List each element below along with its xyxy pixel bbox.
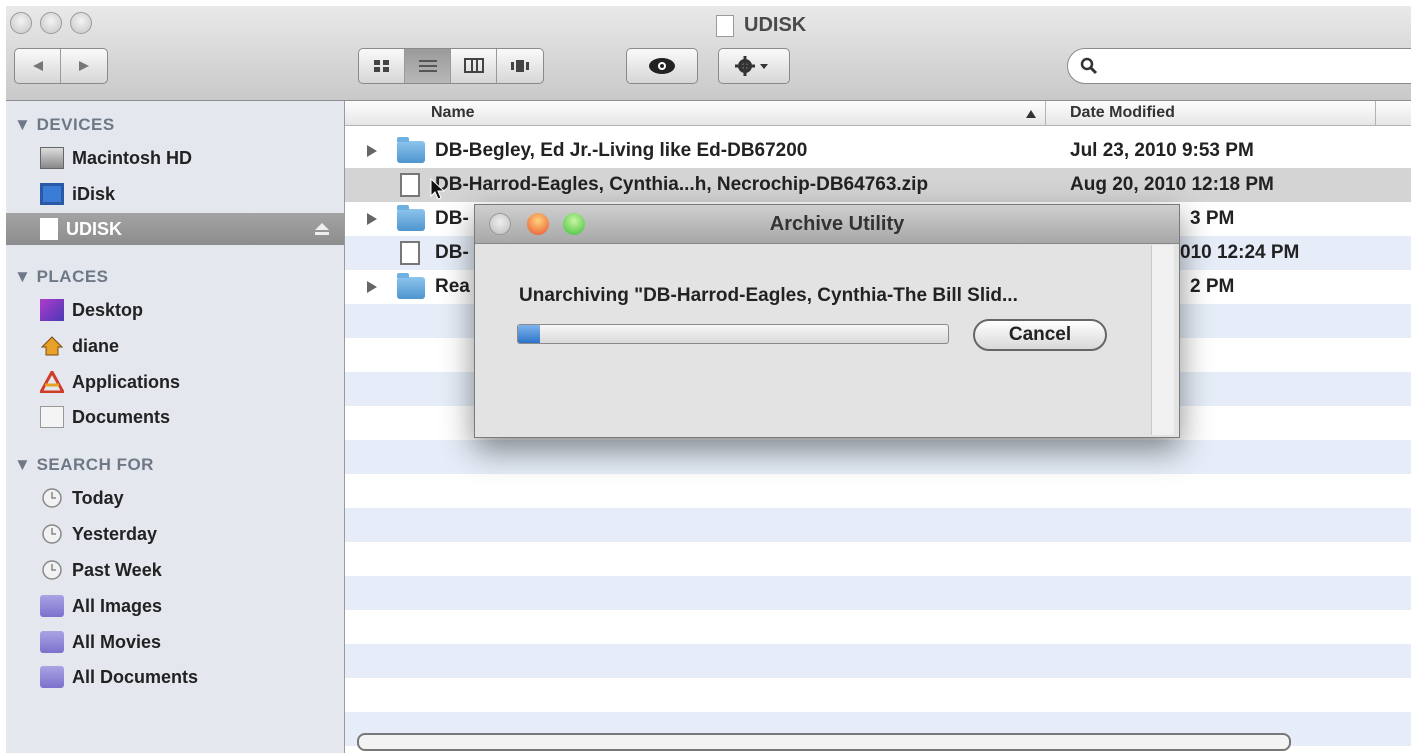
unarchiving-message: Unarchiving "DB-Harrod-Eagles, Cynthia-T… (519, 285, 1018, 306)
sidebar-section-search-for[interactable]: ▼ SEARCH FOR (14, 455, 154, 475)
dialog-titlebar: Archive Utility (475, 205, 1179, 244)
sidebar-item-past-week[interactable]: Past Week (40, 555, 162, 585)
forward-arrow-icon (79, 61, 89, 71)
sidebar-item-all-documents[interactable]: All Documents (40, 662, 198, 692)
list-view-button[interactable] (405, 49, 451, 83)
sidebar-item-today[interactable]: Today (40, 483, 124, 513)
sidebar-section-places[interactable]: ▼ PLACES (14, 267, 109, 287)
column-divider (1045, 101, 1046, 125)
zip-file-icon (400, 241, 420, 265)
navigation-buttons (14, 48, 108, 84)
clock-icon (42, 560, 62, 580)
desktop-icon (40, 299, 64, 321)
sort-ascending-icon (1026, 110, 1036, 118)
window-title: UDISK (716, 14, 806, 37)
smart-folder-icon (40, 631, 64, 653)
horizontal-scrollbar[interactable] (357, 733, 1291, 751)
close-button[interactable] (10, 12, 32, 34)
sidebar-item-idisk[interactable]: iDisk (40, 179, 115, 209)
column-divider (1375, 101, 1376, 125)
folder-icon (397, 137, 425, 163)
minimize-button[interactable] (40, 12, 62, 34)
action-menu-button[interactable] (718, 48, 790, 84)
coverflow-view-button[interactable] (497, 49, 543, 83)
disclosure-triangle-icon[interactable] (367, 213, 377, 225)
view-mode-segment (358, 48, 544, 84)
sidebar-item-documents[interactable]: Documents (40, 402, 170, 432)
search-icon (1080, 57, 1098, 75)
empty-row (345, 508, 1411, 542)
sidebar-item-yesterday[interactable]: Yesterday (40, 519, 157, 549)
sidebar-section-devices[interactable]: ▼ DEVICES (14, 115, 115, 135)
empty-row (345, 440, 1411, 474)
sidebar-item-macintosh-hd[interactable]: Macintosh HD (40, 143, 192, 173)
list-view-icon (418, 60, 437, 72)
sidebar: ▼ DEVICES Macintosh HD iDisk UDISK ▼ PLA… (6, 101, 345, 753)
sidebar-item-all-images[interactable]: All Images (40, 591, 162, 621)
sidebar-item-udisk[interactable]: UDISK (40, 214, 122, 244)
progress-fill (518, 325, 540, 343)
sidebar-item-applications[interactable]: Applications (40, 367, 180, 397)
table-row[interactable]: DB-Harrod-Eagles, Cynthia...h, Necrochip… (345, 168, 1411, 202)
coverflow-view-icon (511, 60, 529, 72)
sidebar-item-desktop[interactable]: Desktop (40, 295, 143, 325)
column-view-icon (463, 58, 484, 73)
dialog-side-panel (1151, 245, 1174, 435)
zoom-button[interactable] (70, 12, 92, 34)
zip-file-icon (400, 173, 420, 197)
back-button[interactable] (15, 49, 61, 83)
icon-view-icon (373, 60, 389, 72)
home-icon (40, 336, 64, 356)
table-row[interactable]: DB-Begley, Ed Jr.-Living like Ed-DB67200… (345, 134, 1411, 168)
sidebar-item-diane[interactable]: diane (40, 331, 119, 361)
applications-icon (40, 371, 64, 393)
eye-icon (649, 58, 675, 74)
progress-bar (517, 324, 949, 344)
disk-icon (40, 218, 58, 240)
gear-icon (735, 56, 768, 76)
archive-utility-dialog: Archive Utility Unarchiving "DB-Harrod-E… (474, 204, 1180, 438)
search-field[interactable] (1067, 48, 1411, 84)
quick-look-button[interactable] (626, 48, 698, 84)
forward-button[interactable] (61, 49, 107, 83)
dialog-title: Archive Utility (769, 213, 905, 235)
documents-icon (40, 406, 64, 428)
idisk-icon (40, 183, 64, 205)
finder-window: UDISK ▼ DEVICES Macintosh HD iDisk UDISK… (6, 6, 1411, 753)
smart-folder-icon (40, 595, 64, 617)
column-view-button[interactable] (451, 49, 497, 83)
sidebar-item-all-movies[interactable]: All Movies (40, 627, 161, 657)
icon-view-button[interactable] (359, 49, 405, 83)
clock-icon (42, 524, 62, 544)
title-toolbar: UDISK (6, 6, 1411, 101)
empty-row (345, 644, 1411, 678)
column-header-bar: Name Date Modified (345, 101, 1411, 126)
hard-drive-icon (40, 147, 64, 169)
smart-folder-icon (40, 666, 64, 688)
disclosure-triangle-icon[interactable] (367, 145, 377, 157)
clock-icon (42, 488, 62, 508)
mouse-cursor-icon (430, 178, 446, 200)
name-column-header[interactable]: Name (431, 104, 475, 122)
folder-icon (397, 273, 425, 299)
eject-icon[interactable] (314, 222, 330, 236)
folder-icon (397, 205, 425, 231)
cancel-button[interactable]: Cancel (973, 319, 1107, 351)
disclosure-triangle-icon[interactable] (367, 281, 377, 293)
date-column-header[interactable]: Date Modified (1070, 104, 1175, 122)
volume-icon (716, 14, 734, 37)
empty-row (345, 576, 1411, 610)
back-arrow-icon (32, 61, 43, 71)
